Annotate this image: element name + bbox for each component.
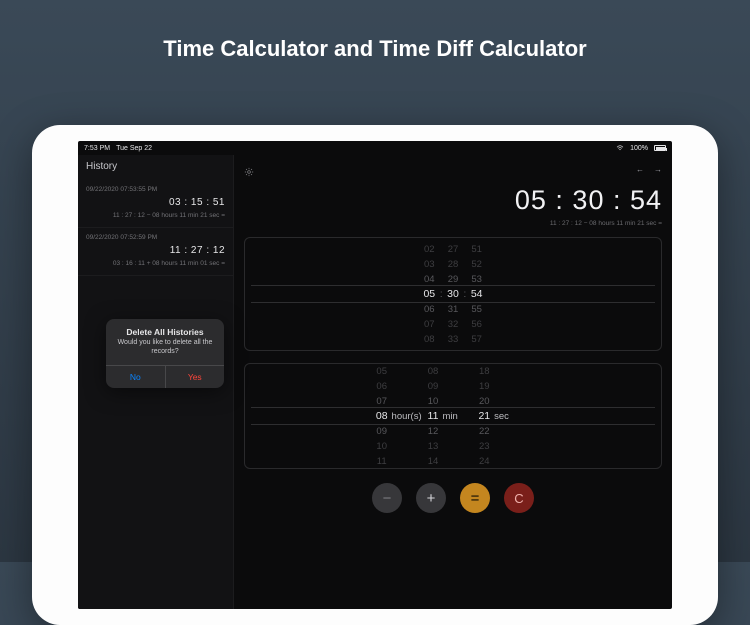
picker-column[interactable]: 18 19 20 21 22 23 24 <box>478 365 490 468</box>
picker-row: 24 <box>479 455 490 468</box>
history-timestamp: 09/22/2020 07:52:59 PM <box>86 234 225 241</box>
picker-row: 01 <box>424 237 435 241</box>
history-expression: 03 : 16 : 11 + 08 hours 11 min 01 sec = <box>86 260 225 267</box>
picker-row: 09 <box>376 425 387 438</box>
result-display: 05 : 30 : 54 <box>244 185 662 216</box>
history-item[interactable]: 09/22/2020 07:52:59 PM 11 : 27 : 12 03 :… <box>78 228 233 276</box>
wifi-icon <box>616 145 624 151</box>
picker-unit-label: sec <box>490 411 530 422</box>
picker-row: 19 <box>479 380 490 393</box>
picker-row: 11 <box>377 455 387 468</box>
operation-row: − + = C <box>244 483 662 513</box>
dialog-yes-button[interactable]: Yes <box>166 366 225 388</box>
promo-title: Time Calculator and Time Diff Calculator <box>0 36 750 62</box>
picker-row: 07 <box>424 318 435 331</box>
nav-back-icon[interactable]: ← <box>636 165 644 174</box>
picker-row: 23 <box>479 440 490 453</box>
main-panel: ← → 05 : 30 : 54 11 : 27 : 12 − 08 hours… <box>234 155 672 609</box>
picker-row: 26 <box>448 237 459 241</box>
picker-row: 13 <box>428 440 439 453</box>
time-picker-2[interactable]: 05060708091011hour(s)08091011121314min18… <box>244 363 662 469</box>
picker-row: 52 <box>471 258 482 271</box>
picker-row: 32 <box>448 318 459 331</box>
picker-row: 06 <box>376 380 387 393</box>
picker-row: 05 <box>423 288 435 301</box>
gear-icon[interactable] <box>244 164 254 174</box>
picker-row: 57 <box>471 333 482 346</box>
picker-row: 31 <box>448 303 459 316</box>
plus-button[interactable]: + <box>416 483 446 513</box>
history-timestamp: 09/22/2020 07:53:55 PM <box>86 186 225 193</box>
picker-row: 08 <box>428 365 439 378</box>
picker-row: 10 <box>428 395 439 408</box>
picker-column[interactable]: 08 09 10 11 12 13 14 <box>428 365 439 468</box>
status-time: 7:53 PM <box>84 145 110 152</box>
nav-forward-icon[interactable]: → <box>654 165 662 174</box>
history-value: 03 : 15 : 51 <box>86 197 225 208</box>
time-picker-1[interactable]: 010203040506070809:262728293031323334:50… <box>244 237 662 351</box>
picker-separator: : <box>435 288 447 300</box>
picker-row: 06 <box>424 303 435 316</box>
history-expression: 11 : 27 : 12 − 08 hours 11 min 21 sec = <box>86 212 225 219</box>
picker-row: 07 <box>376 395 387 408</box>
picker-row: 33 <box>448 333 459 346</box>
picker-row: 55 <box>471 303 482 316</box>
picker-row: 56 <box>471 318 482 331</box>
picker-unit-label: min <box>438 411 478 422</box>
picker-row: 20 <box>479 395 490 408</box>
minus-button[interactable]: − <box>372 483 402 513</box>
picker-row: 18 <box>479 365 490 378</box>
status-battery-pct: 100% <box>630 145 648 152</box>
picker-row: 11 <box>428 410 439 423</box>
delete-histories-dialog: Delete All Histories Would you like to d… <box>106 319 224 388</box>
picker-row: 53 <box>471 273 482 286</box>
top-bar: ← → <box>244 161 662 177</box>
picker-column[interactable]: 05 06 07 08 09 10 11 <box>376 365 388 468</box>
picker-unit-label: hour(s) <box>388 411 428 422</box>
picker-row: 09 <box>424 348 435 352</box>
picker-row: 08 <box>376 410 388 423</box>
history-item[interactable]: 09/22/2020 07:53:55 PM 03 : 15 : 51 11 :… <box>78 180 233 228</box>
picker-row: 27 <box>448 243 459 256</box>
picker-row: 29 <box>448 273 459 286</box>
status-bar: 7:53 PM Tue Sep 22 100% <box>78 141 672 155</box>
picker-row: 28 <box>448 258 459 271</box>
picker-row: 34 <box>448 348 459 352</box>
picker-column[interactable]: 50 51 52 53 54 55 56 57 58 <box>471 237 483 351</box>
picker-row: 05 <box>376 365 387 378</box>
picker-row: 50 <box>471 237 482 241</box>
picker-row: 51 <box>471 243 482 256</box>
picker-row: 09 <box>428 380 439 393</box>
picker-row: 21 <box>478 410 490 423</box>
dialog-message: Would you like to delete all the records… <box>106 339 224 365</box>
equals-button[interactable]: = <box>460 483 490 513</box>
picker-column[interactable]: 01 02 03 04 05 06 07 08 09 <box>423 237 435 351</box>
battery-icon <box>654 145 666 151</box>
picker-row: 12 <box>428 425 439 438</box>
status-date: Tue Sep 22 <box>116 145 152 152</box>
picker-row: 30 <box>447 288 459 301</box>
dialog-no-button[interactable]: No <box>106 366 166 388</box>
picker-row: 08 <box>424 333 435 346</box>
picker-row: 02 <box>424 243 435 256</box>
picker-row: 03 <box>424 258 435 271</box>
picker-row: 04 <box>424 273 435 286</box>
history-value: 11 : 27 : 12 <box>86 245 225 256</box>
picker-column[interactable]: 26 27 28 29 30 31 32 33 34 <box>447 237 459 351</box>
picker-separator: : <box>459 288 471 300</box>
picker-row: 22 <box>479 425 490 438</box>
picker-row: 58 <box>471 348 482 352</box>
dialog-title: Delete All Histories <box>106 319 224 339</box>
result-expression: 11 : 27 : 12 − 08 hours 11 min 21 sec = <box>244 220 662 227</box>
screen: 7:53 PM Tue Sep 22 100% History 09/22/20… <box>78 141 672 609</box>
picker-row: 14 <box>428 455 439 468</box>
picker-row: 54 <box>471 288 483 301</box>
sidebar-title: History <box>78 155 233 180</box>
clear-button[interactable]: C <box>504 483 534 513</box>
picker-row: 10 <box>376 440 387 453</box>
ipad-frame: 7:53 PM Tue Sep 22 100% History 09/22/20… <box>32 125 718 625</box>
